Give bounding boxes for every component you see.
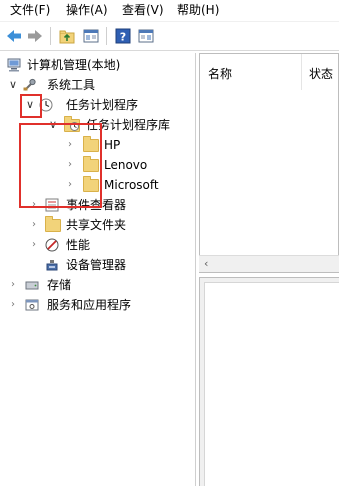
tree-item-shared-folders[interactable]: › 共享文件夹 [0,215,195,235]
tree-item-services-applications[interactable]: › 服务和应用程序 [0,295,195,315]
tree-label: Microsoft [104,178,159,192]
tree-label: 共享文件夹 [66,218,127,232]
results-list: 名称 状态 [199,53,339,273]
horizontal-scrollbar[interactable]: ‹ [199,255,339,272]
performance-icon [45,238,59,252]
detail-pane [199,277,339,486]
tree-label: 计算机管理(本地) [27,58,121,72]
chevron-right-icon[interactable]: › [8,275,18,295]
tree-label: 服务和应用程序 [47,298,132,312]
menu-help[interactable]: 帮助(H) [177,3,219,18]
toolbar: ? [0,22,339,51]
tree-label: 设备管理器 [66,258,127,272]
detail-pane-content [204,282,339,486]
show-hide-action-pane-icon[interactable] [137,27,155,45]
menu-view[interactable]: 查看(V) [122,3,164,18]
storage-icon [25,281,39,290]
chevron-right-icon[interactable]: › [8,295,18,315]
menu-bar: 文件(F) 操作(A) 查看(V) 帮助(H) [0,0,339,22]
help-icon[interactable]: ? [114,27,132,45]
computer-management-icon [7,58,21,72]
tree-item-system-tools[interactable]: ∨ 系统工具 [0,75,195,95]
show-hide-tree-icon[interactable] [82,27,100,45]
chevron-right-icon[interactable]: › [29,215,39,235]
console-tree: 计算机管理(本地) ∨ 系统工具 ∨ 任务计划程序 ∨ 任务计划程序库 › HP… [0,53,196,486]
highlight-box-folders [19,123,102,208]
forward-arrow-icon[interactable] [26,27,44,45]
tree-item-device-manager[interactable]: 设备管理器 [0,255,195,275]
tree-label: HP [104,138,121,152]
column-header-row: 名称 状态 [200,54,338,90]
menu-file[interactable]: 文件(F) [10,3,50,18]
column-divider[interactable] [301,54,302,90]
column-header-status[interactable]: 状态 [309,65,333,82]
chevron-right-icon[interactable]: › [29,235,39,255]
device-manager-icon [46,260,58,271]
up-folder-icon[interactable] [58,27,76,45]
column-header-name[interactable]: 名称 [208,65,232,82]
tree-label: 存储 [47,278,72,292]
tree-label: 性能 [66,238,91,252]
tree-item-storage[interactable]: › 存储 [0,275,195,295]
tree-label: 系统工具 [47,78,96,92]
shared-folder-icon [45,216,61,232]
chevron-down-icon[interactable]: ∨ [8,75,18,95]
tree-item-performance[interactable]: › 性能 [0,235,195,255]
toolbar-separator [106,27,107,45]
toolbar-separator [50,27,51,45]
scroll-left-icon[interactable]: ‹ [204,257,208,270]
back-arrow-icon[interactable] [5,27,23,45]
svg-text:?: ? [120,31,126,44]
tree-label: Lenovo [104,158,148,172]
highlight-box-chevron [20,94,42,118]
services-icon [25,299,39,311]
menu-action[interactable]: 操作(A) [66,3,108,18]
system-tools-icon [23,78,36,91]
tree-item-computer-management[interactable]: 计算机管理(本地) [0,55,195,75]
tree-label: 任务计划程序 [66,98,139,112]
